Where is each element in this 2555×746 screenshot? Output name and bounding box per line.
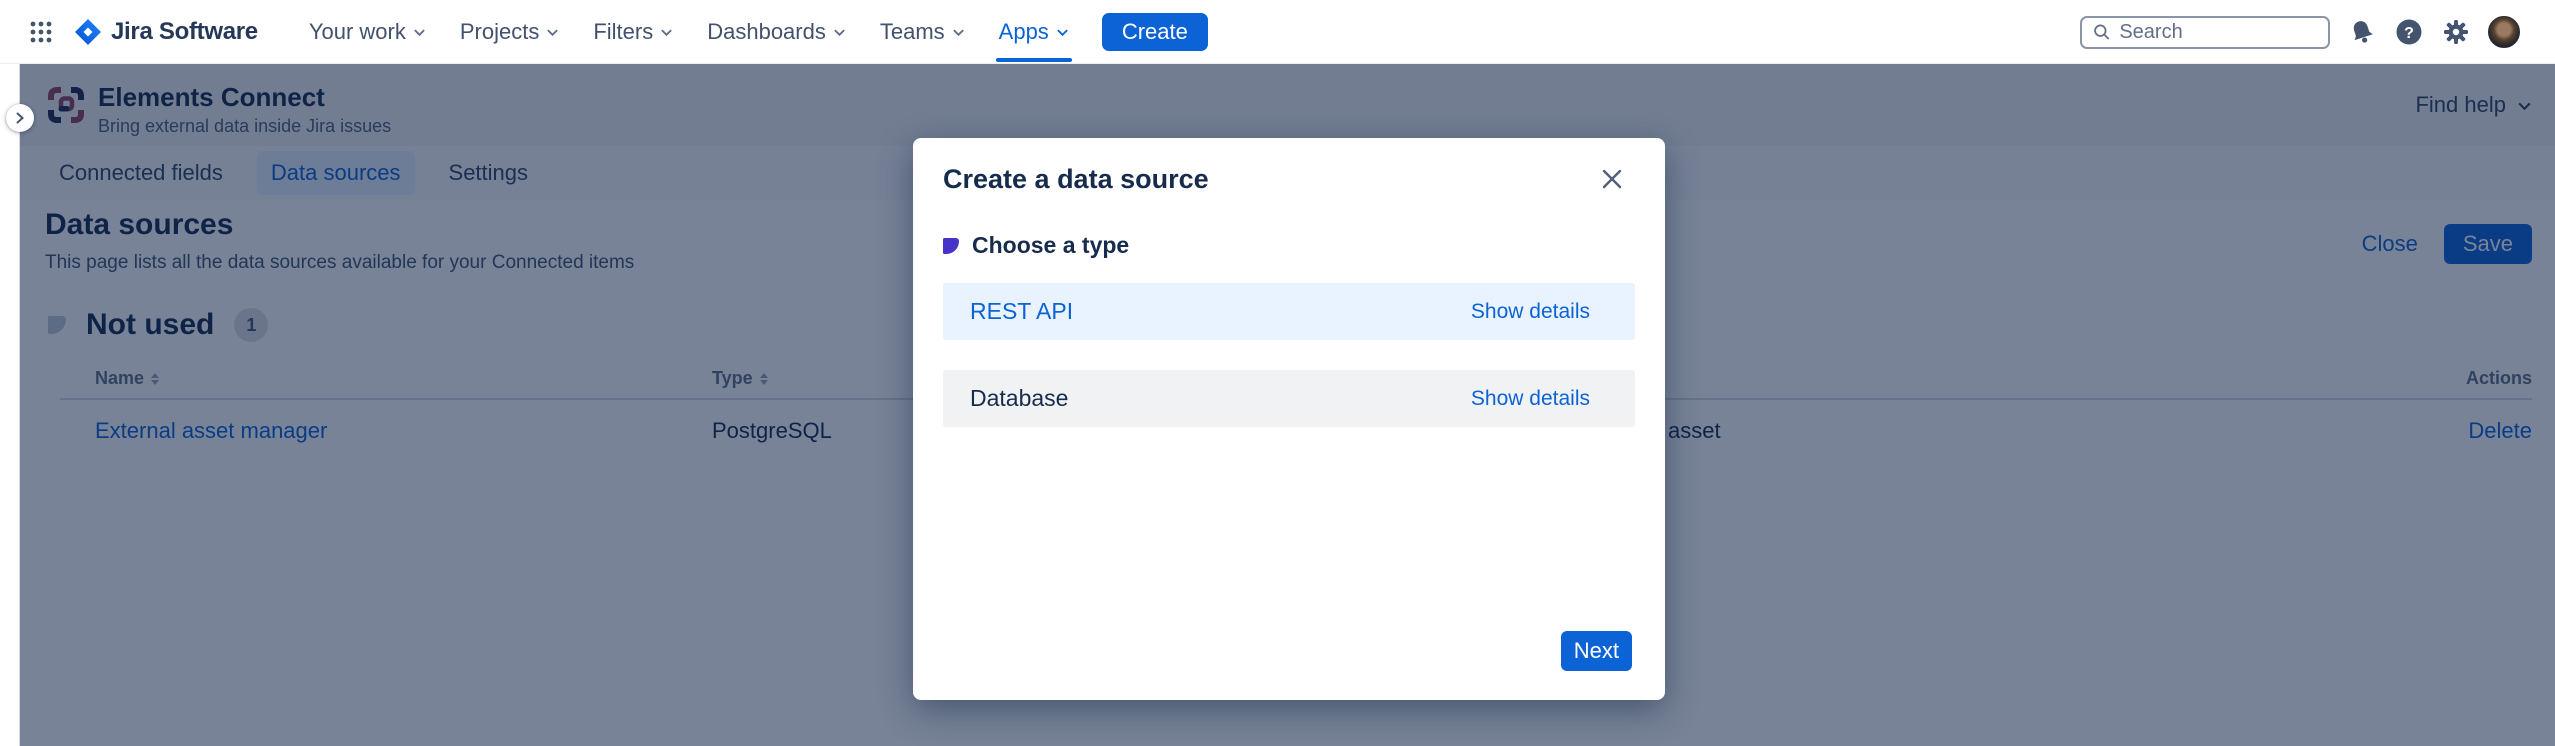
settings-gear-icon[interactable] [2441, 17, 2471, 47]
jira-page: Jira Software Your work Projects Filters… [0, 0, 2555, 746]
app-switcher-icon[interactable] [28, 19, 54, 45]
next-button[interactable]: Next [1561, 631, 1632, 671]
main-menu: Your work Projects Filters Dashboards Te… [292, 0, 1086, 64]
nav-your-work[interactable]: Your work [292, 0, 443, 64]
help-icon[interactable]: ? [2394, 17, 2424, 47]
modal-title: Create a data source [943, 164, 1209, 195]
step-label: Choose a type [972, 232, 1129, 259]
nav-teams[interactable]: Teams [863, 0, 982, 64]
close-icon[interactable] [1595, 162, 1629, 196]
search-icon [2092, 21, 2111, 43]
expand-sidebar-button[interactable] [6, 104, 34, 132]
product-name: Jira Software [111, 18, 258, 46]
option-database[interactable]: Database Show details [943, 370, 1635, 427]
step-marker-icon [943, 238, 959, 254]
show-details-link[interactable]: Show details [1471, 387, 1590, 411]
option-rest-api[interactable]: REST API Show details [943, 283, 1635, 340]
jira-logo[interactable]: Jira Software [74, 18, 258, 46]
create-data-source-modal: Create a data source Choose a type REST … [913, 138, 1665, 700]
active-nav-underline [996, 58, 1072, 62]
chevron-down-icon [546, 27, 559, 37]
nav-dashboards[interactable]: Dashboards [690, 0, 863, 64]
chevron-down-icon [833, 27, 846, 37]
nav-apps[interactable]: Apps [982, 0, 1086, 64]
chevron-down-icon [660, 27, 673, 37]
chevron-down-icon [952, 27, 965, 37]
chevron-right-icon [14, 111, 26, 125]
collapsed-sidebar [0, 64, 20, 746]
nav-projects[interactable]: Projects [443, 0, 576, 64]
nav-filters[interactable]: Filters [576, 0, 690, 64]
user-avatar[interactable] [2488, 16, 2520, 48]
create-button[interactable]: Create [1102, 13, 1208, 51]
notifications-bell-icon[interactable] [2347, 17, 2377, 47]
top-navigation: Jira Software Your work Projects Filters… [0, 0, 2555, 64]
search-input[interactable] [2119, 21, 2318, 44]
show-details-link[interactable]: Show details [1471, 300, 1590, 324]
chevron-down-icon [413, 27, 426, 37]
chevron-down-icon [1056, 27, 1069, 37]
svg-text:?: ? [2404, 25, 2414, 42]
search-box[interactable] [2080, 16, 2330, 49]
